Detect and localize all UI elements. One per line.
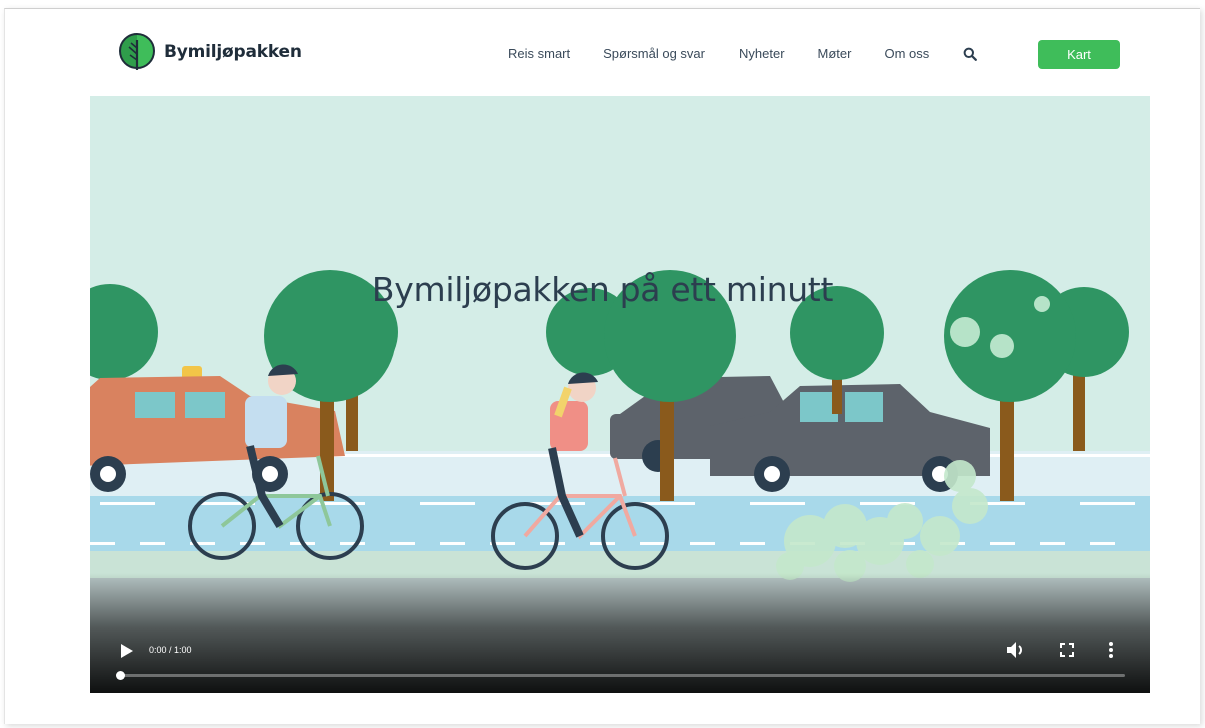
video-player[interactable]: Bymiljøpakken på ett minutt 0:00 / 1:00	[90, 96, 1150, 693]
nav-item-om-oss[interactable]: Om oss	[884, 46, 929, 61]
nav-item-nyheter[interactable]: Nyheter	[739, 46, 785, 61]
fullscreen-icon[interactable]	[1060, 643, 1074, 657]
progress-handle[interactable]	[116, 671, 125, 680]
search-icon[interactable]	[963, 47, 978, 61]
play-icon[interactable]	[120, 643, 134, 659]
logo-link[interactable]: Bymiljøpakken	[118, 32, 302, 72]
brand-name: Bymiljøpakken	[164, 42, 302, 62]
main-nav: Reis smart Spørsmål og svar Nyheter Møte…	[508, 46, 978, 61]
time-display: 0:00 / 1:00	[149, 645, 192, 655]
video-title: Bymiljøpakken på ett minutt	[371, 270, 834, 309]
progress-bar[interactable]	[116, 671, 1125, 680]
site-header: Bymiljøpakken Reis smart Spørsmål og sva…	[0, 0, 1205, 96]
nav-item-sporsmal-og-svar[interactable]: Spørsmål og svar	[603, 46, 705, 61]
leaf-circle-icon	[119, 33, 155, 70]
more-vertical-icon[interactable]	[1108, 641, 1114, 659]
kart-button[interactable]: Kart	[1038, 40, 1120, 69]
nav-item-moter[interactable]: Møter	[818, 46, 852, 61]
volume-icon[interactable]	[1006, 641, 1026, 659]
nav-item-reis-smart[interactable]: Reis smart	[508, 46, 570, 61]
